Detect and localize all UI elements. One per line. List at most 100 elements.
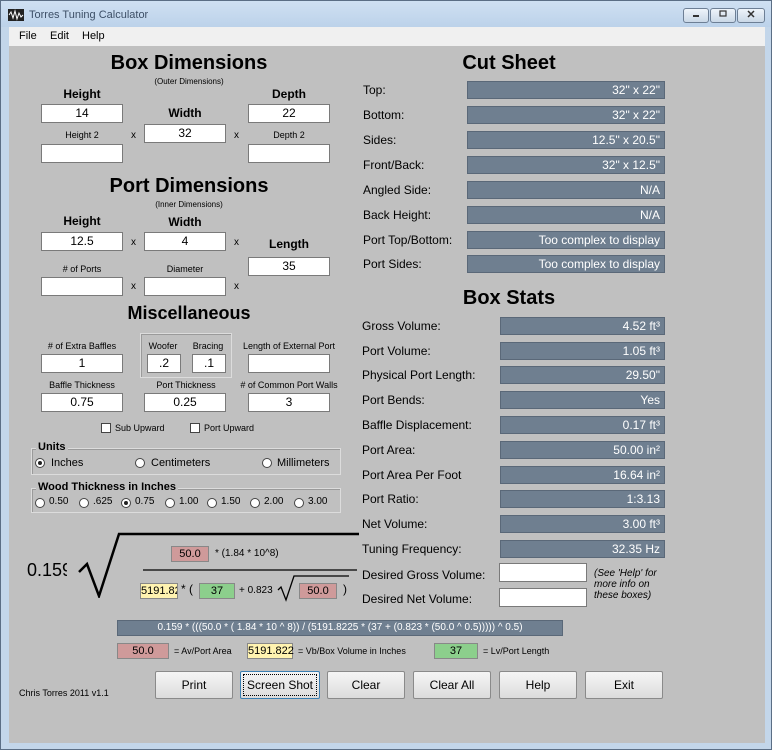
extra-baffles-input[interactable]: 1 [41,354,123,373]
stat-port-ratio-value: 1:3.13 [500,490,665,508]
stat-port-area-value: 50.00 in² [500,441,665,459]
stat-physical-port-length-value: 29.50" [500,366,665,384]
radio-millimeters[interactable] [262,458,272,468]
box-width-input[interactable]: 32 [144,124,226,143]
main-panel: Box Dimensions (Outer Dimensions) Height… [9,46,765,743]
box-depth-input[interactable]: 22 [248,104,330,123]
box-height2-input[interactable] [41,144,123,163]
radio-wood-0625-label: .625 [93,496,113,507]
radio-centimeters-label: Centimeters [151,457,211,469]
menu-help[interactable]: Help [82,30,105,42]
units-title: Units [36,441,68,453]
clear-all-button[interactable]: Clear All [413,671,491,699]
cut-port-top-bottom-value: Too complex to display [467,231,665,249]
cut-top-label: Top: [363,83,386,97]
box-height-input[interactable]: 14 [41,104,123,123]
stat-port-bends-label: Port Bends: [362,393,425,407]
cut-back-height-value: N/A [467,206,665,224]
box-depth2-input[interactable] [248,144,330,163]
port-upward-checkbox[interactable] [190,423,200,433]
menu-file[interactable]: File [19,30,37,42]
port-length-input[interactable]: 35 [248,257,330,276]
minimize-button[interactable] [683,8,709,23]
radio-inches-label: Inches [51,457,84,469]
stat-baffle-displacement-value: 0.17 ft³ [500,416,665,434]
box-width-label: Width [168,106,202,120]
radio-wood-100[interactable] [165,498,175,508]
formula-lv-box: 37 [199,583,235,599]
formula-close-paren: ) [343,582,347,596]
formula-expression: 0.159 * (((50.0 * ( 1.84 * 10 ^ 8)) / (5… [117,620,563,636]
print-button[interactable]: Print [155,671,233,699]
radio-wood-050-label: 0.50 [49,496,69,507]
radio-wood-075[interactable] [121,498,131,508]
common-port-walls-label: # of Common Port Walls [240,380,338,390]
extra-baffles-label: # of Extra Baffles [47,341,117,351]
port-dimensions-subheading: (Inner Dimensions) [155,200,223,209]
port-height-input[interactable]: 12.5 [41,232,123,251]
cut-sides-label: Sides: [363,133,397,147]
stat-baffle-displacement-label: Baffle Displacement: [362,418,472,432]
legend-lv-label: = Lv/Port Length [483,646,550,656]
desired-net-volume-input[interactable] [499,588,587,607]
wood-thickness-title: Wood Thickness in Inches [36,481,178,493]
formula-av2-box: 50.0 [299,583,337,599]
cut-port-sides-label: Port Sides: [363,257,422,271]
external-port-input[interactable] [248,354,330,373]
cut-sides-value: 12.5" x 20.5" [467,131,665,149]
times-sign: x [234,130,239,141]
box-dimensions-heading: Box Dimensions [110,52,268,74]
maximize-button[interactable] [710,8,736,23]
cut-port-sides-value: Too complex to display [467,255,665,273]
stat-net-volume-value: 3.00 ft³ [500,515,665,533]
port-dimensions-heading: Port Dimensions [109,175,269,197]
bracing-input[interactable]: .1 [192,354,226,373]
legend-lv-swatch: 37 [434,643,478,659]
stat-port-bends-value: Yes [500,391,665,409]
cut-front-back-value: 32" x 12.5" [467,156,665,174]
help-button[interactable]: Help [499,671,577,699]
port-thickness-input[interactable]: 0.25 [144,393,226,412]
box-height-label: Height [63,87,101,101]
close-button[interactable] [737,8,765,23]
times-sign: x [131,281,136,292]
waveform-app-icon [8,9,24,21]
title-bar: Torres Tuning Calculator [1,1,771,27]
sub-upward-checkbox[interactable] [101,423,111,433]
screen-shot-button[interactable]: Screen Shot [240,671,320,699]
stat-port-ratio-label: Port Ratio: [362,492,419,506]
desired-gross-volume-input[interactable] [499,563,587,582]
radio-wood-200[interactable] [250,498,260,508]
menu-edit[interactable]: Edit [50,30,69,42]
app-window: Torres Tuning Calculator File Edit Help … [0,0,772,750]
diameter-input[interactable] [144,277,226,296]
desired-volume-help-note: (See 'Help' for more info on these boxes… [594,568,657,601]
clear-button[interactable]: Clear [327,671,405,699]
baffle-thickness-input[interactable]: 0.75 [41,393,123,412]
window-title: Torres Tuning Calculator [29,9,149,21]
legend-av-label: = Av/Port Area [174,646,232,656]
radio-wood-300[interactable] [294,498,304,508]
radio-centimeters[interactable] [135,458,145,468]
desired-net-volume-label: Desired Net Volume: [362,592,473,606]
legend-vb-label: = Vb/Box Volume in Inches [298,646,406,656]
desired-gross-volume-label: Desired Gross Volume: [362,568,486,582]
radio-wood-050[interactable] [35,498,45,508]
radio-inches[interactable] [35,458,45,468]
cut-bottom-value: 32" x 22" [467,106,665,124]
times-sign: x [131,130,136,141]
radio-wood-0625[interactable] [79,498,89,508]
woofer-input[interactable]: .2 [147,354,181,373]
num-ports-label: # of Ports [62,264,102,274]
cut-angled-side-value: N/A [467,181,665,199]
port-width-label: Width [168,215,202,229]
common-port-walls-input[interactable]: 3 [248,393,330,412]
radio-wood-150[interactable] [207,498,217,508]
diameter-label: Diameter [166,264,204,274]
exit-button[interactable]: Exit [585,671,663,699]
port-width-input[interactable]: 4 [144,232,226,251]
num-ports-input[interactable] [41,277,123,296]
port-thickness-label: Port Thickness [156,380,216,390]
radio-wood-300-label: 3.00 [308,496,328,507]
external-port-label: Length of External Port [242,341,336,351]
